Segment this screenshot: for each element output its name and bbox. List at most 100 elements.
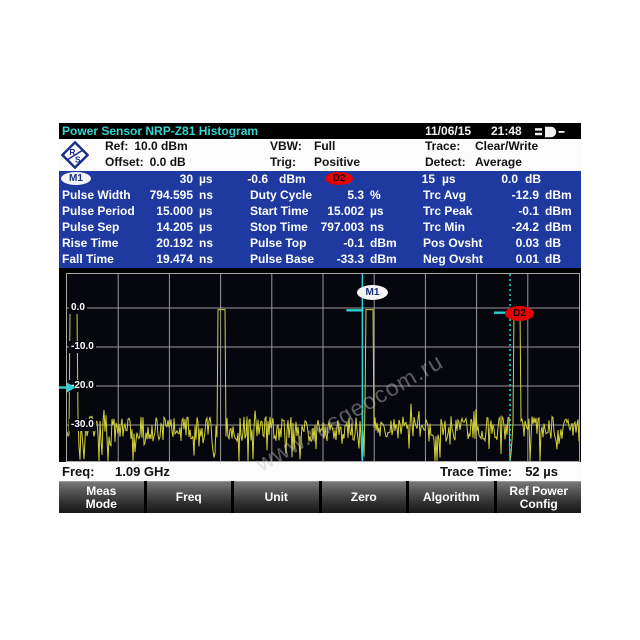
pulse-period-unit: µs: [199, 204, 233, 218]
measurement-table: M1 30 µs -0.6 dBm D2 15 µs 0.0 dB Pulse …: [59, 171, 581, 268]
pulse-period-value: 15.000: [115, 204, 193, 218]
frequency-bar: Freq: 1.09 GHz Trace Time: 52 µs: [59, 462, 581, 481]
marker-d2-badge: D2: [325, 172, 353, 185]
start-time-unit: µs: [370, 204, 410, 218]
m1-time-value: 30: [115, 172, 193, 186]
trc-peak-unit: dBm: [545, 204, 581, 218]
trc-peak-value: -0.1: [464, 204, 539, 218]
settings-strip: R S Ref:10.0 dBm Offset:0.0 dB VBW:Full …: [59, 139, 581, 171]
pos-ovsht-unit: dB: [545, 236, 581, 250]
detect-setting: Detect:Average: [425, 155, 522, 171]
detect-label: Detect:: [425, 155, 475, 169]
freq-value: 1.09 GHz: [115, 464, 170, 479]
marker-summary-row: M1 30 µs -0.6 dBm D2 15 µs 0.0 dB: [59, 172, 581, 188]
ref-label: Ref:: [105, 139, 128, 153]
softkey-bar: MeasMode Freq Unit Zero Algorithm Ref PowerCo…: [59, 481, 581, 513]
pulse-width-unit: ns: [199, 188, 233, 202]
vbw-label: VBW:: [270, 139, 314, 153]
trigger-level-arrow-icon: [59, 380, 76, 398]
trace-plot: 0.0-10.0-20.0-30.0 M1 D2: [66, 273, 580, 462]
rohde-schwarz-logo: R S: [61, 141, 89, 174]
pos-ovsht-value: 0.03: [464, 236, 539, 250]
softkey-zero[interactable]: Zero: [322, 481, 407, 513]
softkey-ref-power-config[interactable]: Ref PowerConfig: [497, 481, 582, 513]
softkey-freq[interactable]: Freq: [147, 481, 232, 513]
fall-time-value: 19.474: [115, 252, 193, 266]
y-axis-tick-label: -10.0: [69, 341, 96, 353]
trace-value: Clear/Write: [475, 139, 538, 153]
duty-cycle-unit: %: [370, 188, 410, 202]
softkey-label: Ref Power: [509, 485, 568, 498]
measurement-row-rise-time: Rise Time20.192nsPulse Top-0.1dBmPos Ovs…: [59, 236, 581, 252]
stop-time-unit: ns: [370, 220, 410, 234]
softkey-meas-mode[interactable]: MeasMode: [59, 481, 144, 513]
neg-ovsht-unit: dB: [545, 252, 581, 266]
trace-graph-area: 0.0-10.0-20.0-30.0 M1 D2: [59, 268, 581, 462]
marker-d2-flag: D2: [505, 306, 534, 321]
trig-label: Trig:: [270, 155, 314, 169]
m1-level-value: -0.6: [209, 172, 268, 186]
measurement-row-pulse-period: Pulse Period15.000µsStart Time15.002µsTr…: [59, 204, 581, 220]
y-axis-tick-label: -30.0: [69, 419, 96, 431]
page-title: Power Sensor NRP-Z81 Histogram: [62, 124, 258, 138]
measurement-row-pulse-width: Pulse Width794.595nsDuty Cycle5.3%Trc Av…: [59, 188, 581, 204]
trc-avg-value: -12.9: [464, 188, 539, 202]
softkey-label: Zero: [351, 491, 377, 504]
date-display: 11/06/15: [425, 124, 471, 138]
vbw-setting: VBW:Full: [270, 139, 335, 155]
trace-setting: Trace:Clear/Write: [425, 139, 538, 155]
instrument-screen: Power Sensor NRP-Z81 Histogram 11/06/15 …: [59, 123, 581, 513]
ref-setting: Ref:10.0 dBm: [105, 139, 188, 155]
softkey-label: Unit: [265, 491, 288, 504]
pulse-base-unit: dBm: [370, 252, 410, 266]
trig-value: Positive: [314, 155, 360, 169]
pulse-sep-unit: µs: [199, 220, 233, 234]
softkey-label: Algorithm: [423, 491, 480, 504]
measurement-row-fall-time: Fall Time19.474nsPulse Base-33.3dBmNeg O…: [59, 252, 581, 268]
stop-time-value: 797.003: [292, 220, 364, 234]
pulse-width-value: 794.595: [115, 188, 193, 202]
y-axis-tick-label: 0.0: [69, 302, 87, 314]
time-display: 21:48: [491, 124, 522, 138]
trc-avg-unit: dBm: [545, 188, 581, 202]
measurement-row-pulse-sep: Pulse Sep14.205µsStop Time797.003nsTrc M…: [59, 220, 581, 236]
d2-level-value: 0.0: [459, 172, 518, 186]
trig-setting: Trig:Positive: [270, 155, 360, 171]
fall-time-unit: ns: [199, 252, 233, 266]
trc-min-value: -24.2: [464, 220, 539, 234]
offset-setting: Offset: 0.0 dB: [105, 155, 186, 171]
pulse-base-value: -33.3: [292, 252, 364, 266]
pulse-top-unit: dBm: [370, 236, 410, 250]
softkey-label: Mode: [86, 498, 117, 511]
vbw-value: Full: [314, 139, 335, 153]
trace-time-value: 52 µs: [520, 464, 558, 479]
d2-time-value: 15: [379, 172, 435, 186]
offset-label: Offset:: [105, 155, 144, 169]
marker-m1-badge: M1: [61, 172, 91, 185]
instrument-screenshot-page: Power Sensor NRP-Z81 Histogram 11/06/15 …: [0, 0, 640, 640]
neg-ovsht-value: 0.01: [464, 252, 539, 266]
title-bar: Power Sensor NRP-Z81 Histogram 11/06/15 …: [59, 123, 581, 139]
freq-label: Freq:: [62, 464, 95, 479]
offset-value: 0.0 dB: [150, 155, 186, 169]
trace-svg: [67, 274, 579, 461]
d2-level-unit: dB: [525, 172, 555, 186]
rise-time-value: 20.192: [115, 236, 193, 250]
svg-text:S: S: [75, 154, 81, 164]
pulse-sep-value: 14.205: [115, 220, 193, 234]
softkey-label: Config: [520, 498, 558, 511]
trc-min-unit: dBm: [545, 220, 581, 234]
start-time-value: 15.002: [292, 204, 364, 218]
marker-m1-flag: M1: [357, 285, 388, 300]
trace-label: Trace:: [425, 139, 475, 153]
softkey-algorithm[interactable]: Algorithm: [409, 481, 494, 513]
trace-time-label: Trace Time:: [440, 464, 512, 479]
duty-cycle-value: 5.3: [292, 188, 364, 202]
detect-value: Average: [475, 155, 522, 169]
m1-level-unit: dBm: [279, 172, 319, 186]
rise-time-unit: ns: [199, 236, 233, 250]
pulse-top-value: -0.1: [292, 236, 364, 250]
softkey-label: Meas: [86, 485, 116, 498]
softkey-unit[interactable]: Unit: [234, 481, 319, 513]
softkey-label: Freq: [176, 491, 202, 504]
